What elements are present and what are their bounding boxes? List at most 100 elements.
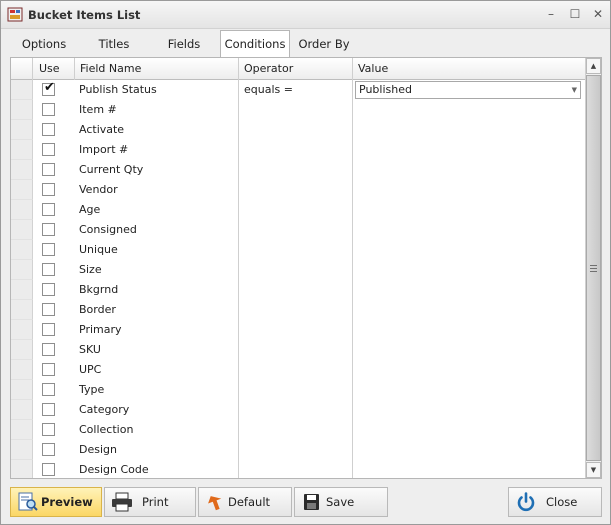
row-selector[interactable] bbox=[11, 260, 33, 280]
field-name-cell: Publish Status bbox=[79, 83, 157, 96]
table-row[interactable]: Border bbox=[11, 300, 585, 320]
row-selector[interactable] bbox=[11, 240, 33, 260]
vertical-scrollbar[interactable]: ▲ ▼ bbox=[585, 58, 601, 478]
field-name-cell: Design bbox=[79, 443, 117, 456]
value-dropdown[interactable]: Published ▼ bbox=[355, 81, 581, 99]
row-selector[interactable] bbox=[11, 120, 33, 140]
preview-button[interactable]: Preview bbox=[10, 487, 102, 517]
row-selector[interactable] bbox=[11, 180, 33, 200]
field-name-cell: Size bbox=[79, 263, 102, 276]
default-button[interactable]: Default bbox=[198, 487, 292, 517]
row-selector[interactable] bbox=[11, 160, 33, 180]
use-checkbox[interactable] bbox=[42, 263, 55, 276]
row-selector[interactable] bbox=[11, 460, 33, 478]
row-selector[interactable] bbox=[11, 360, 33, 380]
column-header-value[interactable]: Value bbox=[353, 58, 585, 80]
row-selector[interactable] bbox=[11, 320, 33, 340]
window-title: Bucket Items List bbox=[28, 8, 141, 22]
use-checkbox[interactable] bbox=[42, 343, 55, 356]
table-row[interactable]: Collection bbox=[11, 420, 585, 440]
row-selector[interactable] bbox=[11, 80, 33, 100]
use-checkbox[interactable] bbox=[42, 123, 55, 136]
table-row[interactable]: Design Code bbox=[11, 460, 585, 478]
use-checkbox[interactable] bbox=[42, 403, 55, 416]
row-selector[interactable] bbox=[11, 140, 33, 160]
row-selector[interactable] bbox=[11, 340, 33, 360]
row-selector[interactable] bbox=[11, 220, 33, 240]
use-checkbox[interactable] bbox=[42, 243, 55, 256]
use-checkbox[interactable] bbox=[42, 323, 55, 336]
row-selector[interactable] bbox=[11, 400, 33, 420]
row-selector[interactable] bbox=[11, 440, 33, 460]
chevron-down-icon[interactable]: ▼ bbox=[572, 82, 577, 98]
scroll-up-button[interactable]: ▲ bbox=[586, 58, 601, 74]
save-button[interactable]: Save bbox=[294, 487, 388, 517]
tab-fields[interactable]: Fields bbox=[149, 32, 219, 57]
table-row[interactable]: SKU bbox=[11, 340, 585, 360]
column-header-field-name[interactable]: Field Name bbox=[75, 58, 239, 80]
use-checkbox[interactable] bbox=[42, 423, 55, 436]
row-selector[interactable] bbox=[11, 380, 33, 400]
use-checkbox[interactable] bbox=[42, 283, 55, 296]
close-window-button[interactable]: ✕ bbox=[589, 6, 607, 22]
table-row[interactable]: ✔ Publish Status equals = Published ▼ bbox=[11, 80, 585, 100]
table-row[interactable]: Consigned bbox=[11, 220, 585, 240]
field-name-cell: Category bbox=[79, 403, 130, 416]
tab-conditions[interactable]: Conditions bbox=[220, 30, 290, 58]
use-checkbox[interactable] bbox=[42, 303, 55, 316]
table-row[interactable]: Unique bbox=[11, 240, 585, 260]
use-checkbox[interactable] bbox=[42, 443, 55, 456]
use-checkbox[interactable] bbox=[42, 463, 55, 476]
power-icon bbox=[517, 492, 535, 512]
table-row[interactable]: Category bbox=[11, 400, 585, 420]
table-row[interactable]: Primary bbox=[11, 320, 585, 340]
conditions-panel: Use Field Name Operator Value ✔ Publish S… bbox=[10, 57, 602, 479]
tab-titles[interactable]: Titles bbox=[81, 32, 147, 57]
use-checkbox[interactable] bbox=[42, 103, 55, 116]
row-selector[interactable] bbox=[11, 280, 33, 300]
use-checkbox[interactable] bbox=[42, 203, 55, 216]
table-row[interactable]: Age bbox=[11, 200, 585, 220]
row-selector[interactable] bbox=[11, 100, 33, 120]
table-row[interactable]: Size bbox=[11, 260, 585, 280]
minimize-button[interactable]: – bbox=[542, 6, 560, 22]
title-bar: Bucket Items List – ☐ ✕ bbox=[1, 1, 610, 29]
table-row[interactable]: Current Qty bbox=[11, 160, 585, 180]
field-name-cell: Bkgrnd bbox=[79, 283, 119, 296]
row-selector[interactable] bbox=[11, 420, 33, 440]
column-header-operator[interactable]: Operator bbox=[239, 58, 353, 80]
field-name-cell: Type bbox=[79, 383, 105, 396]
field-name-cell: SKU bbox=[79, 343, 101, 356]
use-checkbox[interactable] bbox=[42, 163, 55, 176]
use-checkbox[interactable] bbox=[42, 223, 55, 236]
scroll-thumb[interactable] bbox=[586, 75, 601, 461]
thumb-grip-icon bbox=[590, 268, 597, 269]
table-row[interactable]: Vendor bbox=[11, 180, 585, 200]
column-header-use[interactable]: Use bbox=[33, 58, 75, 80]
tab-options[interactable]: Options bbox=[10, 32, 78, 57]
close-button[interactable]: Close bbox=[508, 487, 602, 517]
operator-cell[interactable]: equals = bbox=[244, 80, 293, 100]
use-checkbox[interactable] bbox=[42, 363, 55, 376]
print-button[interactable]: Print bbox=[104, 487, 196, 517]
table-row[interactable]: Bkgrnd bbox=[11, 280, 585, 300]
field-name-cell: UPC bbox=[79, 363, 102, 376]
tab-order-by[interactable]: Order By bbox=[291, 32, 357, 57]
field-name-cell: Primary bbox=[79, 323, 122, 336]
row-selector[interactable] bbox=[11, 200, 33, 220]
table-row[interactable]: Activate bbox=[11, 120, 585, 140]
scroll-down-button[interactable]: ▼ bbox=[586, 462, 601, 478]
row-selector[interactable] bbox=[11, 300, 33, 320]
table-row[interactable]: Item # bbox=[11, 100, 585, 120]
maximize-button[interactable]: ☐ bbox=[566, 6, 584, 22]
use-checkbox[interactable] bbox=[42, 383, 55, 396]
table-row[interactable]: Import # bbox=[11, 140, 585, 160]
thumb-grip-icon bbox=[590, 271, 597, 272]
field-name-cell: Vendor bbox=[79, 183, 118, 196]
use-checkbox[interactable]: ✔ bbox=[42, 80, 55, 96]
use-checkbox[interactable] bbox=[42, 143, 55, 156]
table-row[interactable]: Type bbox=[11, 380, 585, 400]
table-row[interactable]: Design bbox=[11, 440, 585, 460]
table-row[interactable]: UPC bbox=[11, 360, 585, 380]
use-checkbox[interactable] bbox=[42, 183, 55, 196]
